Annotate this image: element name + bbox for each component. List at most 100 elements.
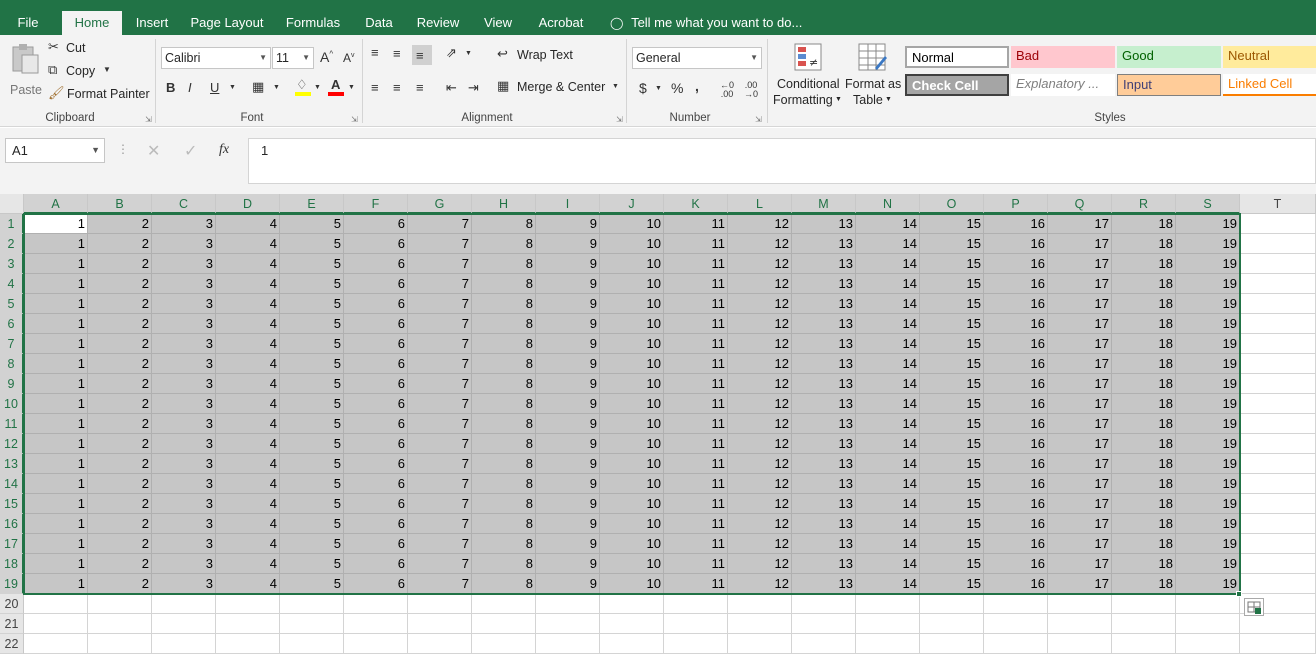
cell-r6[interactable]: 18: [1112, 314, 1176, 334]
cell-f7[interactable]: 6: [344, 334, 408, 354]
cell-d12[interactable]: 4: [216, 434, 280, 454]
cell-l22[interactable]: [728, 634, 792, 654]
cell-f21[interactable]: [344, 614, 408, 634]
cell-m20[interactable]: [792, 594, 856, 614]
cell-g20[interactable]: [408, 594, 472, 614]
cell-p21[interactable]: [984, 614, 1048, 634]
cell-q22[interactable]: [1048, 634, 1112, 654]
cell-o19[interactable]: 15: [920, 574, 984, 594]
cell-n21[interactable]: [856, 614, 920, 634]
style-bad[interactable]: Bad: [1011, 46, 1115, 68]
cell-q17[interactable]: 17: [1048, 534, 1112, 554]
cell-a19[interactable]: 1: [24, 574, 88, 594]
cell-p10[interactable]: 16: [984, 394, 1048, 414]
column-header-i[interactable]: I: [536, 194, 600, 214]
cell-e7[interactable]: 5: [280, 334, 344, 354]
row-header-14[interactable]: 14: [0, 474, 24, 494]
cell-s5[interactable]: 19: [1176, 294, 1240, 314]
comma-button[interactable]: ,: [695, 78, 699, 94]
cell-d8[interactable]: 4: [216, 354, 280, 374]
cell-t4[interactable]: [1240, 274, 1316, 294]
cell-p13[interactable]: 16: [984, 454, 1048, 474]
cell-c19[interactable]: 3: [152, 574, 216, 594]
column-header-k[interactable]: K: [664, 194, 728, 214]
cell-e6[interactable]: 5: [280, 314, 344, 334]
cell-t22[interactable]: [1240, 634, 1316, 654]
cell-f20[interactable]: [344, 594, 408, 614]
cell-h22[interactable]: [472, 634, 536, 654]
cell-e3[interactable]: 5: [280, 254, 344, 274]
cell-s9[interactable]: 19: [1176, 374, 1240, 394]
cell-p4[interactable]: 16: [984, 274, 1048, 294]
cell-o22[interactable]: [920, 634, 984, 654]
cell-a13[interactable]: 1: [24, 454, 88, 474]
cut-button[interactable]: ✂ Cut: [48, 39, 108, 58]
cell-c3[interactable]: 3: [152, 254, 216, 274]
fill-handle[interactable]: [1236, 591, 1242, 597]
cell-h9[interactable]: 8: [472, 374, 536, 394]
cell-l1[interactable]: 12: [728, 214, 792, 234]
cell-j17[interactable]: 10: [600, 534, 664, 554]
row-header-11[interactable]: 11: [0, 414, 24, 434]
column-header-o[interactable]: O: [920, 194, 984, 214]
cell-h20[interactable]: [472, 594, 536, 614]
cell-h16[interactable]: 8: [472, 514, 536, 534]
cell-d5[interactable]: 4: [216, 294, 280, 314]
cell-n5[interactable]: 14: [856, 294, 920, 314]
cell-b11[interactable]: 2: [88, 414, 152, 434]
cell-i15[interactable]: 9: [536, 494, 600, 514]
cell-t12[interactable]: [1240, 434, 1316, 454]
cell-i7[interactable]: 9: [536, 334, 600, 354]
cell-s15[interactable]: 19: [1176, 494, 1240, 514]
cell-i11[interactable]: 9: [536, 414, 600, 434]
cell-d2[interactable]: 4: [216, 234, 280, 254]
conditional-formatting-button[interactable]: ≠ Conditional Formatting ▼: [773, 40, 843, 110]
align-left-icon[interactable]: ≡: [371, 80, 379, 95]
cell-s20[interactable]: [1176, 594, 1240, 614]
cell-o7[interactable]: 15: [920, 334, 984, 354]
cell-i6[interactable]: 9: [536, 314, 600, 334]
cell-i22[interactable]: [536, 634, 600, 654]
row-header-18[interactable]: 18: [0, 554, 24, 574]
cell-o2[interactable]: 15: [920, 234, 984, 254]
cell-n4[interactable]: 14: [856, 274, 920, 294]
cell-m21[interactable]: [792, 614, 856, 634]
cell-s4[interactable]: 19: [1176, 274, 1240, 294]
align-center-icon[interactable]: ≡: [393, 80, 401, 95]
cell-h12[interactable]: 8: [472, 434, 536, 454]
cell-h4[interactable]: 8: [472, 274, 536, 294]
cell-f6[interactable]: 6: [344, 314, 408, 334]
cell-a10[interactable]: 1: [24, 394, 88, 414]
cell-q15[interactable]: 17: [1048, 494, 1112, 514]
cell-f19[interactable]: 6: [344, 574, 408, 594]
cell-f2[interactable]: 6: [344, 234, 408, 254]
cell-q20[interactable]: [1048, 594, 1112, 614]
cell-j12[interactable]: 10: [600, 434, 664, 454]
cell-t15[interactable]: [1240, 494, 1316, 514]
cell-b5[interactable]: 2: [88, 294, 152, 314]
cell-n9[interactable]: 14: [856, 374, 920, 394]
cell-f11[interactable]: 6: [344, 414, 408, 434]
cell-f13[interactable]: 6: [344, 454, 408, 474]
row-header-9[interactable]: 9: [0, 374, 24, 394]
column-header-e[interactable]: E: [280, 194, 344, 214]
cell-m3[interactable]: 13: [792, 254, 856, 274]
column-header-q[interactable]: Q: [1048, 194, 1112, 214]
cell-m10[interactable]: 13: [792, 394, 856, 414]
cell-o4[interactable]: 15: [920, 274, 984, 294]
cell-j10[interactable]: 10: [600, 394, 664, 414]
cell-g11[interactable]: 7: [408, 414, 472, 434]
cell-r1[interactable]: 18: [1112, 214, 1176, 234]
cell-j20[interactable]: [600, 594, 664, 614]
increase-indent-icon[interactable]: ⇥: [468, 80, 479, 96]
cell-t19[interactable]: [1240, 574, 1316, 594]
cell-o6[interactable]: 15: [920, 314, 984, 334]
cell-q2[interactable]: 17: [1048, 234, 1112, 254]
orientation-icon[interactable]: ⇗: [446, 45, 457, 61]
cell-t8[interactable]: [1240, 354, 1316, 374]
cell-e19[interactable]: 5: [280, 574, 344, 594]
cell-p15[interactable]: 16: [984, 494, 1048, 514]
cell-n3[interactable]: 14: [856, 254, 920, 274]
cell-c7[interactable]: 3: [152, 334, 216, 354]
row-header-8[interactable]: 8: [0, 354, 24, 374]
